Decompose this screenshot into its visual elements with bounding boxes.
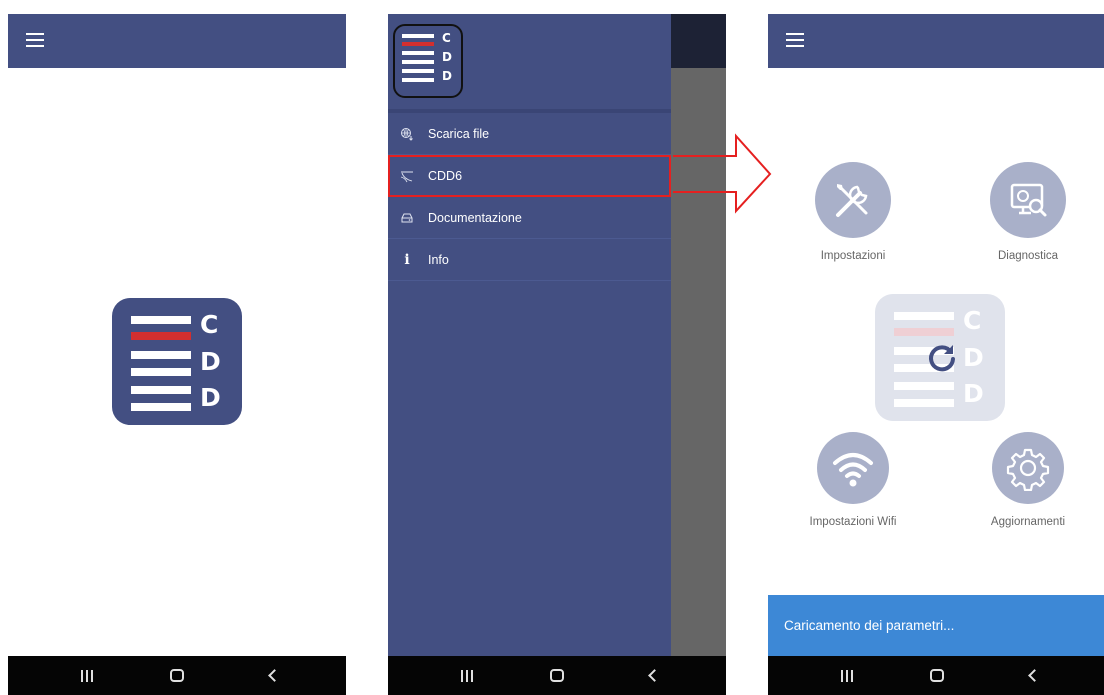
drawer-item-label: Documentazione [428, 210, 522, 225]
drawer-item-scarica-file[interactable]: Scarica file [388, 113, 671, 155]
tile-impostazioni-wifi[interactable]: Impostazioni Wifi [798, 432, 908, 528]
menu-icon[interactable] [786, 33, 804, 47]
home-icon [550, 669, 564, 682]
loading-snackbar: Caricamento dei parametri... [768, 595, 1104, 656]
app-bar-dimmed [671, 14, 726, 68]
back-button[interactable] [1012, 656, 1052, 695]
snackbar-text: Caricamento dei parametri... [784, 618, 955, 633]
drive-icon [400, 211, 414, 225]
logo-letter-c: C [200, 310, 219, 339]
drawer-scrim[interactable] [671, 14, 726, 695]
recent-apps-icon [841, 669, 853, 682]
app-bar [768, 14, 1104, 68]
home-icon [170, 669, 184, 682]
back-button[interactable] [252, 656, 292, 695]
phone-drawer: C D D Scarica file CDD6 Documentazione i… [388, 14, 726, 695]
recent-apps-button[interactable] [827, 656, 867, 695]
back-chevron-icon [1027, 669, 1041, 682]
recent-apps-icon [81, 669, 93, 682]
logo-letter-d: D [442, 50, 452, 64]
logo-letter-d: D [963, 343, 984, 372]
phone-dashboard: Impostazioni Diagnostica C D D Impostazi… [768, 14, 1104, 695]
download-globe-icon [400, 127, 414, 141]
logo-letter-d: D [200, 347, 221, 376]
recent-apps-button[interactable] [447, 656, 487, 695]
system-nav-bar [8, 656, 346, 695]
logo-letter-d: D [963, 379, 984, 408]
home-icon [930, 669, 944, 682]
tile-aggiornamenti[interactable]: Aggiornamenti [973, 432, 1083, 528]
tile-impostazioni[interactable]: Impostazioni [798, 162, 908, 262]
recent-apps-icon [461, 669, 473, 682]
wifi-icon [817, 432, 889, 504]
logo-letter-c: C [442, 31, 451, 45]
tile-label: Impostazioni [820, 250, 886, 262]
logo-letter-c: C [963, 306, 982, 335]
drawer-item-label: Info [428, 252, 449, 267]
navigation-drawer: C D D Scarica file CDD6 Documentazione i… [388, 14, 671, 695]
system-nav-bar [388, 656, 726, 695]
back-chevron-icon [647, 669, 661, 682]
drawer-item-label: Scarica file [428, 126, 490, 141]
monitor-search-icon [990, 162, 1066, 238]
gear-icon [992, 432, 1064, 504]
drawer-item-label: CDD6 [428, 168, 463, 183]
cdd-logo: C D D [112, 298, 242, 425]
drawer-item-documentazione[interactable]: Documentazione [388, 197, 671, 239]
logo-letter-d: D [442, 69, 452, 83]
home-button[interactable] [537, 656, 577, 695]
tile-label: Impostazioni Wifi [809, 516, 897, 528]
tile-label: Diagnostica [997, 250, 1059, 262]
drawer-menu: Scarica file CDD6 Documentazione i Info [388, 113, 671, 281]
system-nav-bar [768, 656, 1104, 695]
tile-diagnostica[interactable]: Diagnostica [973, 162, 1083, 262]
logo-letter-d: D [200, 383, 221, 412]
home-button[interactable] [917, 656, 957, 695]
tools-icon [815, 162, 891, 238]
menu-icon[interactable] [26, 33, 44, 47]
drawer-item-cdd6[interactable]: CDD6 [388, 155, 671, 197]
refresh-spinner-icon [929, 345, 955, 372]
info-icon: i [404, 251, 410, 268]
drawer-item-info[interactable]: i Info [388, 239, 671, 281]
cdd-logo-loading: C D D [875, 294, 1005, 421]
tile-label: Aggiornamenti [990, 516, 1066, 528]
back-chevron-icon [267, 669, 281, 682]
drawer-header: C D D [388, 14, 671, 109]
back-button[interactable] [632, 656, 672, 695]
phone-splash: C D D [8, 14, 346, 695]
cdd-logo: C D D [393, 24, 463, 98]
recent-apps-button[interactable] [67, 656, 107, 695]
app-bar [8, 14, 346, 68]
cable-icon [400, 169, 414, 183]
home-button[interactable] [157, 656, 197, 695]
